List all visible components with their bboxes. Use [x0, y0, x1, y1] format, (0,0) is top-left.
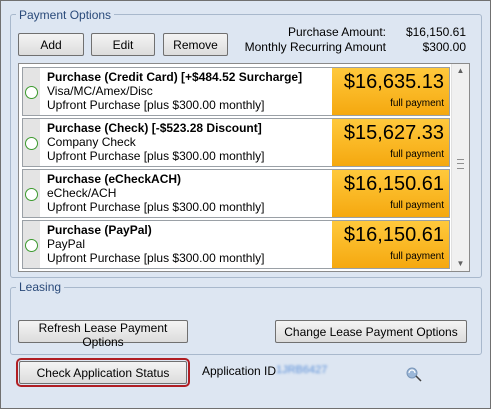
option-detail: Upfront Purchase [plus $300.00 monthly]	[47, 98, 265, 112]
purchase-amount-label: Purchase Amount:	[287, 25, 386, 39]
payment-window: Payment Options Add Edit Remove Purchase…	[0, 0, 491, 409]
option-term: full payment	[390, 149, 444, 160]
scroll-up-arrow-icon[interactable]: ▲	[452, 64, 469, 78]
option-detail: Upfront Purchase [plus $300.00 monthly]	[47, 200, 265, 214]
scroll-down-arrow-icon[interactable]: ▼	[452, 257, 469, 271]
price-box: $15,627.33 full payment	[332, 119, 449, 166]
payment-options-list[interactable]: Purchase (Credit Card) [+$484.52 Surchar…	[18, 63, 470, 272]
option-method: Visa/MC/Amex/Disc	[47, 84, 153, 98]
payment-option-card[interactable]: Purchase (PayPal) PayPal Upfront Purchas…	[22, 220, 450, 269]
price-box: $16,635.13 full payment	[332, 68, 449, 115]
price-box: $16,150.61 full payment	[332, 221, 449, 268]
payment-option-card[interactable]: Purchase (Credit Card) [+$484.52 Surchar…	[22, 67, 450, 116]
option-title: Purchase (Credit Card) [+$484.52 Surchar…	[47, 70, 303, 84]
option-detail: Upfront Purchase [plus $300.00 monthly]	[47, 251, 265, 265]
option-method: eCheck/ACH	[47, 186, 117, 200]
option-method: PayPal	[47, 237, 86, 251]
application-id-label: Application ID	[202, 364, 277, 378]
option-detail: Upfront Purchase [plus $300.00 monthly]	[47, 149, 265, 163]
leasing-title: Leasing	[16, 280, 65, 294]
remove-button[interactable]: Remove	[163, 33, 228, 56]
change-lease-button[interactable]: Change Lease Payment Options	[275, 320, 467, 343]
option-title: Purchase (Check) [-$523.28 Discount]	[47, 121, 262, 135]
option-price: $16,150.61	[343, 173, 444, 195]
monthly-recurring-value: $300.00	[422, 40, 466, 54]
option-term: full payment	[390, 98, 444, 109]
payment-option-card[interactable]: Purchase (Check) [-$523.28 Discount] Com…	[22, 118, 450, 167]
option-radio[interactable]	[25, 86, 38, 99]
option-title: Purchase (PayPal)	[47, 223, 152, 237]
payment-option-card[interactable]: Purchase (eCheckACH) eCheck/ACH Upfront …	[22, 169, 450, 218]
add-button[interactable]: Add	[18, 33, 84, 56]
option-price: $15,627.33	[343, 122, 444, 144]
monthly-recurring-label: Monthly Recurring Amount	[244, 40, 386, 54]
refresh-lease-button[interactable]: Refresh Lease Payment Options	[18, 320, 188, 349]
option-radio[interactable]	[25, 137, 38, 150]
option-radio[interactable]	[25, 188, 38, 201]
busy-cursor-icon	[406, 367, 422, 382]
option-price: $16,150.61	[343, 224, 444, 246]
option-price: $16,635.13	[343, 71, 444, 93]
option-method: Company Check	[47, 135, 136, 149]
payment-options-title: Payment Options	[16, 8, 115, 22]
option-term: full payment	[390, 251, 444, 262]
application-id-value: 1JRB6427	[276, 364, 328, 376]
option-title: Purchase (eCheckACH)	[47, 172, 182, 186]
option-radio[interactable]	[25, 239, 38, 252]
scroll-grip-icon[interactable]	[457, 159, 464, 169]
options-scrollbar[interactable]: ▲ ▼	[451, 64, 469, 271]
check-application-status-button[interactable]: Check Application Status	[16, 358, 190, 387]
purchase-amount-value: $16,150.61	[405, 25, 466, 39]
edit-button[interactable]: Edit	[91, 33, 155, 56]
option-term: full payment	[390, 200, 444, 211]
price-box: $16,150.61 full payment	[332, 170, 449, 217]
